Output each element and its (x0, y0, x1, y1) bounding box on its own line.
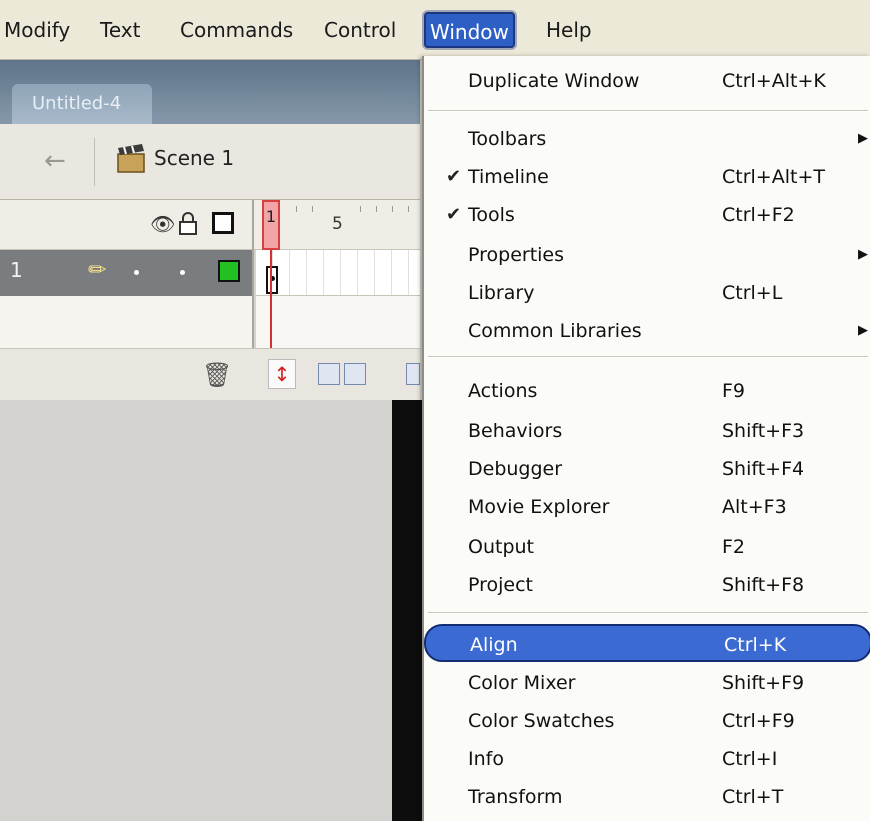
trash-icon[interactable]: 🗑 (202, 361, 232, 389)
checkmark-icon: ✔ (446, 166, 462, 187)
menu-item-behaviors[interactable]: Behaviors Shift+F3 (424, 412, 870, 450)
center-frame-button[interactable]: ↕ (268, 359, 296, 389)
menu-help[interactable]: Help (542, 12, 596, 48)
menu-window[interactable]: Window (424, 12, 515, 48)
onion-skin-outlines-icon[interactable] (344, 363, 366, 385)
menu-separator (428, 612, 868, 614)
menu-commands[interactable]: Commands (176, 12, 297, 48)
menu-item-align[interactable]: Align Ctrl+K (424, 624, 870, 662)
onion-skin-icon[interactable] (318, 363, 340, 385)
menu-separator (428, 356, 868, 358)
visibility-dot[interactable] (134, 270, 139, 275)
submenu-arrow-icon: ▶ (858, 323, 868, 338)
document-tab[interactable]: Untitled-4 (12, 84, 152, 124)
menu-separator (428, 110, 868, 112)
menu-control[interactable]: Control (320, 12, 400, 48)
menu-item-toolbars[interactable]: Toolbars ▶ (424, 120, 870, 158)
keyframe[interactable] (266, 266, 278, 294)
back-arrow-icon[interactable]: ← (44, 146, 66, 176)
menu-item-color-swatches[interactable]: Color Swatches Ctrl+F9 (424, 702, 870, 740)
lock-dot[interactable] (180, 270, 185, 275)
outline-toggle-icon[interactable] (212, 212, 234, 234)
timeline-footer: 🗑 ↕ (0, 348, 420, 400)
menu-item-output[interactable]: Output F2 (424, 528, 870, 566)
scene-bar: ← Scene 1 (0, 124, 420, 200)
menu-bar: Modify Text Commands Control Window Help (0, 0, 870, 60)
submenu-arrow-icon: ▶ (858, 131, 868, 146)
menu-item-color-mixer[interactable]: Color Mixer Shift+F9 (424, 664, 870, 702)
toolbar-divider (94, 138, 95, 186)
menu-item-timeline[interactable]: ✔ Timeline Ctrl+Alt+T (424, 158, 870, 196)
eye-icon[interactable]: 👁 (150, 212, 175, 236)
window-menu-dropdown: Duplicate Window Ctrl+Alt+K Toolbars ▶ ✔… (422, 56, 870, 821)
menu-modify[interactable]: Modify (0, 12, 74, 48)
scene-clapper-icon (117, 144, 145, 173)
pencil-icon: ✏ (88, 258, 107, 283)
layer-outline-color[interactable] (218, 260, 240, 282)
menu-item-movie-explorer[interactable]: Movie Explorer Alt+F3 (424, 488, 870, 526)
stage-area[interactable] (0, 400, 392, 821)
menu-item-library[interactable]: Library Ctrl+L (424, 274, 870, 312)
menu-item-actions[interactable]: Actions F9 (424, 372, 870, 410)
layer-row[interactable]: 1 ✏ (0, 250, 252, 296)
checkmark-icon: ✔ (446, 204, 462, 225)
scene-label[interactable]: Scene 1 (154, 146, 234, 170)
current-frame-marker[interactable]: 1 (262, 200, 280, 250)
menu-item-common-libraries[interactable]: Common Libraries ▶ (424, 312, 870, 350)
menu-item-transform[interactable]: Transform Ctrl+T (424, 778, 870, 816)
layer-name: 1 (10, 258, 23, 282)
stage-edge (392, 400, 422, 821)
menu-item-tools[interactable]: ✔ Tools Ctrl+F2 (424, 196, 870, 234)
submenu-arrow-icon: ▶ (858, 247, 868, 262)
menu-item-debugger[interactable]: Debugger Shift+F4 (424, 450, 870, 488)
layers-panel-empty (0, 296, 252, 348)
layer-frames[interactable] (256, 250, 420, 296)
edit-multiple-frames-icon[interactable] (406, 363, 420, 385)
document-tab-bar: Untitled-4 (0, 60, 420, 124)
menu-text[interactable]: Text (96, 12, 144, 48)
menu-item-project[interactable]: Project Shift+F8 (424, 566, 870, 604)
frames-panel-empty (256, 296, 420, 348)
menu-item-info[interactable]: Info Ctrl+I (424, 740, 870, 778)
frame-number-label: 5 (332, 214, 343, 234)
menu-item-duplicate-window[interactable]: Duplicate Window Ctrl+Alt+K (424, 62, 870, 100)
menu-item-properties[interactable]: Properties ▶ (424, 236, 870, 274)
lock-icon[interactable] (178, 212, 198, 236)
